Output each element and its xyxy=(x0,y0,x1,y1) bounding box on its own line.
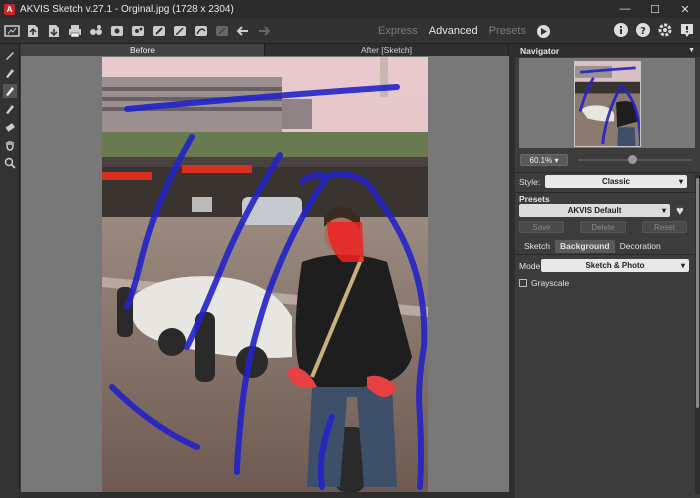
reset-preset-button[interactable]: Reset xyxy=(642,221,687,233)
stroke-tool-icon[interactable] xyxy=(3,84,17,98)
save-preset-button[interactable]: Save xyxy=(519,221,564,233)
announcements-icon[interactable] xyxy=(678,21,696,39)
background-pencil-icon[interactable] xyxy=(3,102,17,116)
mode-row: Mode: Sketch & Photo ▾ xyxy=(519,259,691,272)
grayscale-row: Grayscale xyxy=(519,278,569,288)
panel-scrollbar[interactable] xyxy=(695,174,700,494)
presets-label-row: Presets xyxy=(519,194,550,204)
zoom-select[interactable]: 60.1% ▾ xyxy=(520,154,568,166)
disabled-tool-icon xyxy=(213,22,231,40)
zoom-row: 60.1% ▾ xyxy=(520,153,692,167)
grayscale-label: Grayscale xyxy=(531,278,570,288)
left-toolbar xyxy=(0,44,20,498)
pencil-tool-icon[interactable] xyxy=(3,48,17,62)
svg-text:?: ? xyxy=(640,26,646,37)
help-icon[interactable]: ? xyxy=(634,21,652,39)
delete-preset-button[interactable]: Delete xyxy=(580,221,626,233)
image-workarea[interactable] xyxy=(21,56,509,492)
hand-icon[interactable] xyxy=(3,138,17,152)
tab-decoration[interactable]: Decoration xyxy=(615,240,666,253)
tab-background[interactable]: Background xyxy=(555,240,615,253)
gear-alt-icon[interactable] xyxy=(129,22,147,40)
pencil-tool-icon[interactable] xyxy=(171,22,189,40)
app-logo-icon: A xyxy=(4,3,15,15)
maximize-button[interactable]: ☐ xyxy=(640,0,670,18)
stroke-tool-icon[interactable] xyxy=(192,22,210,40)
settings-panel: Navigator ▼ 60.1% ▾ Style: Classic ▾ Pre… xyxy=(515,44,700,498)
close-button[interactable]: ✕ xyxy=(670,0,700,18)
minimize-button[interactable]: — xyxy=(610,0,640,18)
eraser-icon[interactable] xyxy=(3,120,17,134)
mode-select[interactable]: Sketch & Photo ▾ xyxy=(541,259,689,272)
navigator-view[interactable] xyxy=(519,58,695,148)
navigator-title: Navigator xyxy=(520,45,560,56)
tab-before[interactable]: Before xyxy=(21,44,265,56)
style-label: Style: xyxy=(519,176,541,187)
presets-row: AKVIS Default ▾ ♥ xyxy=(519,204,695,217)
zoom-slider-knob[interactable] xyxy=(628,155,637,164)
info-icon[interactable] xyxy=(612,21,630,39)
mode-advanced[interactable]: Advanced xyxy=(429,25,478,37)
navigator-thumbnail[interactable] xyxy=(574,61,641,147)
divider xyxy=(515,192,700,193)
zoom-icon[interactable] xyxy=(3,156,17,170)
brush-tool-icon[interactable] xyxy=(3,66,17,80)
horizontal-scrollbar[interactable] xyxy=(21,492,509,498)
collapse-arrow-icon[interactable]: ▼ xyxy=(688,47,695,54)
zoom-slider[interactable] xyxy=(578,155,692,164)
redo-icon[interactable] xyxy=(255,22,273,40)
batch-icon[interactable] xyxy=(87,22,105,40)
preset-select[interactable]: AKVIS Default ▾ xyxy=(519,204,670,217)
style-row: Style: Classic ▾ xyxy=(519,175,687,188)
style-select[interactable]: Classic ▾ xyxy=(545,175,687,188)
brush-settings-icon[interactable] xyxy=(150,22,168,40)
navigator-header: Navigator ▼ xyxy=(515,44,700,57)
undo-icon[interactable] xyxy=(234,22,252,40)
photo-canvas[interactable] xyxy=(102,57,428,492)
preset-buttons: Save Delete Reset xyxy=(519,221,687,233)
window-title: AKVIS Sketch v.27.1 - Orginal.jpg (1728 … xyxy=(20,3,234,15)
favorite-heart-icon[interactable]: ♥ xyxy=(676,204,684,217)
title-bar: A AKVIS Sketch v.27.1 - Orginal.jpg (172… xyxy=(0,0,700,18)
settings-tabs: Sketch Background Decoration xyxy=(519,240,696,253)
mode-label: Mode: xyxy=(519,260,543,271)
view-tabs: Before After [Sketch] xyxy=(21,44,509,56)
home-icon[interactable] xyxy=(3,22,21,40)
save-file-icon[interactable] xyxy=(45,22,63,40)
settings-gear-icon[interactable] xyxy=(108,22,126,40)
preferences-gear-icon[interactable] xyxy=(656,21,674,39)
tab-sketch[interactable]: Sketch xyxy=(519,240,555,253)
mode-presets[interactable]: Presets xyxy=(489,25,526,37)
divider xyxy=(515,254,700,255)
print-icon[interactable] xyxy=(66,22,84,40)
mode-express[interactable]: Express xyxy=(378,25,418,37)
presets-label: Presets xyxy=(519,194,550,204)
main-toolbar: Express Advanced Presets ? xyxy=(0,18,700,44)
grayscale-checkbox[interactable] xyxy=(519,279,527,287)
open-file-icon[interactable] xyxy=(24,22,42,40)
divider xyxy=(515,172,700,173)
tab-after[interactable]: After [Sketch] xyxy=(265,44,509,56)
run-play-icon[interactable] xyxy=(536,24,550,38)
